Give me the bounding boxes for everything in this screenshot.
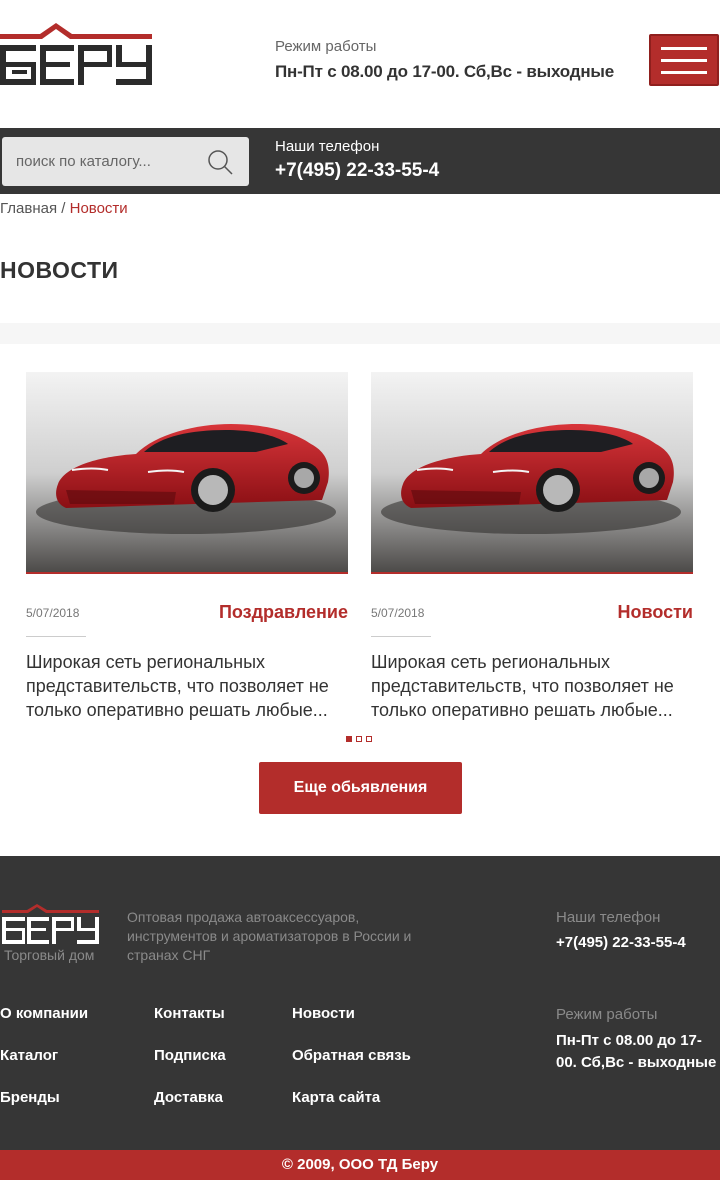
footer-phone-label: Наши телефон	[556, 909, 661, 926]
footer-link-delivery[interactable]: Доставка	[154, 1089, 223, 1106]
page-title: НОВОСТИ	[0, 257, 119, 283]
carousel-dot[interactable]	[346, 736, 352, 742]
news-image[interactable]	[371, 372, 693, 574]
hamburger-icon-line	[661, 70, 707, 74]
site-footer: Торговый дом Оптовая продажа автоаксессу…	[0, 856, 720, 1150]
footer-description: Оптовая продажа автоаксессуаров, инструм…	[127, 909, 412, 963]
carousel-dot[interactable]	[356, 736, 362, 742]
phone-number[interactable]: +7(495) 22-33-55-4	[275, 160, 439, 182]
news-card[interactable]: 5/07/2018 Поздравление Широкая сеть реги…	[26, 372, 348, 722]
news-text[interactable]: Широкая сеть региональных представительс…	[26, 650, 348, 722]
logo[interactable]	[0, 20, 154, 88]
footer-link-contacts[interactable]: Контакты	[154, 1005, 225, 1022]
hamburger-icon-line	[661, 58, 707, 62]
phones-block: Наши телефон +7(495) 22-33-55-4	[275, 138, 439, 182]
news-separator	[26, 636, 86, 637]
news-category[interactable]: Новости	[618, 602, 693, 623]
work-hours-value: Пн-Пт с 08.00 до 17-00. Сб,Вс - выходные	[275, 62, 614, 81]
news-date: 5/07/2018	[26, 606, 80, 620]
search-input[interactable]	[2, 137, 202, 186]
carousel-dots	[346, 736, 372, 742]
car-image	[26, 372, 348, 572]
news-image[interactable]	[26, 372, 348, 574]
footer-work-label: Режим работы	[556, 1006, 658, 1023]
news-separator	[371, 636, 431, 637]
site-header: Режим работы Пн-Пт с 08.00 до 17-00. Сб,…	[0, 0, 720, 128]
news-card[interactable]: 5/07/2018 Новости Широкая сеть региональ…	[371, 372, 693, 722]
work-hours-label: Режим работы	[275, 38, 377, 55]
news-meta: 5/07/2018 Поздравление	[26, 574, 348, 637]
footer-link-feedback[interactable]: Обратная связь	[292, 1047, 411, 1064]
work-hours: Режим работы Пн-Пт с 08.00 до 17-00. Сб,…	[275, 38, 614, 82]
search-box	[2, 137, 249, 186]
car-image	[371, 372, 693, 572]
news-meta: 5/07/2018 Новости	[371, 574, 693, 637]
breadcrumb-separator: /	[57, 200, 70, 217]
footer-link-sitemap[interactable]: Карта сайта	[292, 1089, 380, 1106]
footer-phone[interactable]: +7(495) 22-33-55-4	[556, 934, 686, 951]
more-news-button[interactable]: Еще обьявления	[259, 762, 462, 814]
breadcrumb-current[interactable]: Новости	[70, 200, 128, 217]
footer-work-hours: Пн-Пт с 08.00 до 17-00. Сб,Вс - выходные	[556, 1032, 717, 1071]
logo-icon	[0, 23, 152, 85]
search-bar: Наши телефон +7(495) 22-33-55-4	[0, 128, 720, 194]
carousel-dot[interactable]	[366, 736, 372, 742]
footer-link-news[interactable]: Новости	[292, 1005, 355, 1022]
news-category[interactable]: Поздравление	[219, 602, 348, 623]
footer-link-catalog[interactable]: Каталог	[0, 1047, 58, 1064]
phones-label: Наши телефон	[275, 138, 380, 155]
footer-link-brands[interactable]: Бренды	[0, 1089, 60, 1106]
footer-link-subscribe[interactable]: Подписка	[154, 1047, 226, 1064]
footer-logo-subtitle: Торговый дом	[4, 947, 95, 963]
copyright: © 2009, ООО ТД Беру	[0, 1150, 720, 1180]
search-icon[interactable]	[207, 149, 233, 175]
footer-logo[interactable]	[2, 902, 100, 946]
section-divider	[0, 323, 720, 344]
breadcrumb-home[interactable]: Главная	[0, 200, 57, 217]
breadcrumb: Главная / Новости	[0, 200, 128, 217]
menu-button[interactable]	[649, 34, 719, 86]
hamburger-icon	[661, 46, 707, 50]
news-date: 5/07/2018	[371, 606, 425, 620]
news-text[interactable]: Широкая сеть региональных представительс…	[371, 650, 693, 722]
footer-link-about[interactable]: О компании	[0, 1005, 88, 1022]
